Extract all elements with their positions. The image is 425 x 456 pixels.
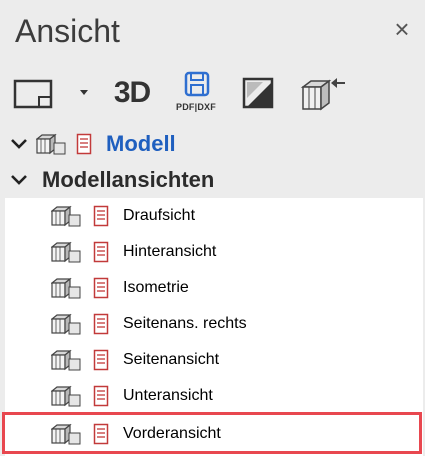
model-view-icon xyxy=(51,313,81,335)
tree-item-isometrie[interactable]: Isometrie xyxy=(5,270,423,306)
tree-item-label: Hinteransicht xyxy=(123,243,217,260)
tree-item-label: Seitenansicht xyxy=(123,351,220,368)
document-icon xyxy=(93,241,109,263)
section-view-button[interactable] xyxy=(238,70,278,116)
tree-item-draufsicht[interactable]: Draufsicht xyxy=(5,198,423,234)
model-view-icon xyxy=(51,205,81,227)
pdf-dxf-button[interactable]: PDF|DXF xyxy=(172,70,222,116)
view-tree: Modell Modellansichten Draufsicht Hinter… xyxy=(0,126,425,456)
selection-highlight xyxy=(2,412,422,454)
model-view-icon xyxy=(51,349,81,371)
model-view-icon xyxy=(51,241,81,263)
tree-item-unteransicht[interactable]: Unteransicht xyxy=(5,378,423,414)
tree-group-modellansichten[interactable]: Modellansichten xyxy=(0,162,425,198)
3d-view-button[interactable]: 3D xyxy=(108,70,156,116)
view-export-button[interactable] xyxy=(298,70,350,116)
tree-item-label: Isometrie xyxy=(123,279,189,296)
model-view-icon xyxy=(36,133,66,155)
tree-item-seitenans-rechts[interactable]: Seitenans. rechts xyxy=(5,306,423,342)
floppy-disk-icon xyxy=(184,71,210,97)
tree-item-hinteransicht[interactable]: Hinteransicht xyxy=(5,234,423,270)
chevron-down-icon[interactable] xyxy=(10,173,28,187)
tree-item-label: Modell xyxy=(106,131,176,156)
tree-item-label: Seitenans. rechts xyxy=(123,315,247,332)
document-icon xyxy=(93,205,109,227)
panel-title: Ansicht xyxy=(15,13,120,49)
document-icon xyxy=(93,313,109,335)
close-icon[interactable]: × xyxy=(389,16,415,42)
tree-item-modell[interactable]: Modell xyxy=(0,126,425,162)
document-icon xyxy=(76,133,92,155)
view-panel: Ansicht × 3D PDF|DXF Modell Modellansich… xyxy=(0,0,425,456)
viewport-layout-icon xyxy=(13,79,53,109)
document-icon xyxy=(93,385,109,407)
view-toolbar: 3D PDF|DXF xyxy=(0,66,425,122)
viewport-dropdown-button[interactable] xyxy=(76,70,92,116)
tree-item-label: Unteransicht xyxy=(123,387,213,404)
document-icon xyxy=(93,349,109,371)
model-view-icon xyxy=(51,277,81,299)
document-icon xyxy=(93,277,109,299)
section-view-icon xyxy=(242,77,274,109)
viewport-layout-button[interactable] xyxy=(12,70,56,116)
pdf-dxf-label: PDF|DXF xyxy=(176,102,216,112)
tree-item-label: Draufsicht xyxy=(123,207,196,224)
tree-item-seitenansicht[interactable]: Seitenansicht xyxy=(5,342,423,378)
panel-titlebar: Ansicht × xyxy=(0,0,425,66)
model-view-icon xyxy=(51,385,81,407)
tree-group-label: Modellansichten xyxy=(42,167,215,192)
triangle-down-icon xyxy=(80,90,88,95)
chevron-down-icon[interactable] xyxy=(10,137,28,151)
view-export-icon xyxy=(300,78,345,111)
